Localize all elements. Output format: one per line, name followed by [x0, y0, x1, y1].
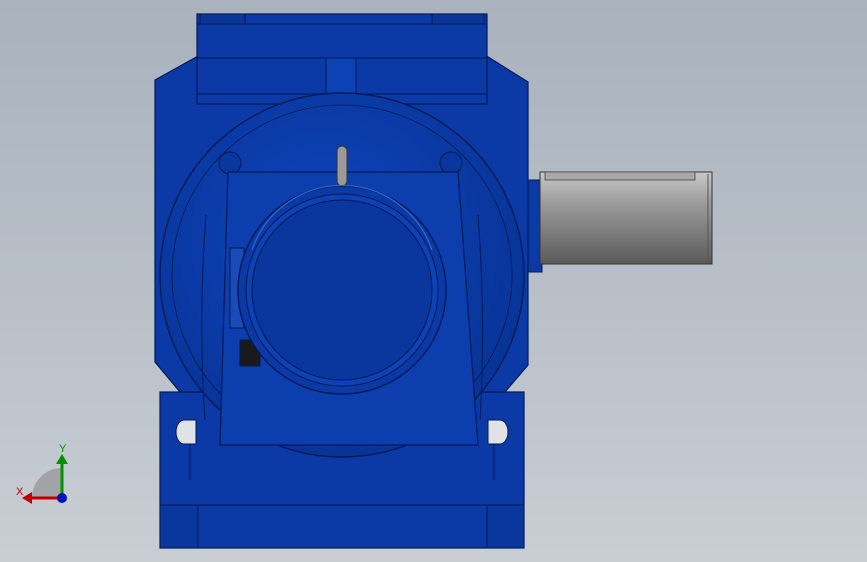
graphics-viewport[interactable]: Y X — [0, 0, 867, 562]
input-flange[interactable] — [237, 184, 447, 395]
output-shaft[interactable] — [525, 171, 713, 273]
x-axis-label: X — [16, 486, 24, 498]
z-axis-dot — [57, 493, 67, 503]
triad-plane-icon — [32, 468, 62, 498]
x-axis-arrowhead — [22, 492, 32, 504]
y-axis-label: Y — [59, 443, 67, 455]
y-axis-arrowhead — [56, 454, 68, 464]
gearbox-model[interactable] — [0, 0, 867, 562]
coordinate-triad: Y X — [16, 443, 68, 504]
